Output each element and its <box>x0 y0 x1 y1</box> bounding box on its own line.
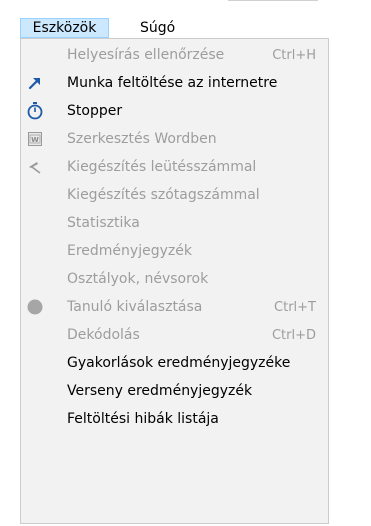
eszkozok-dropdown-menu: Helyesírás ellenőrzése Ctrl+H Munka felt… <box>20 38 329 524</box>
menu-bar: Eszközök Súgó <box>0 0 371 38</box>
menu-item-label: Feltöltési hibák listája <box>67 411 219 427</box>
menu-item-szerkesztes-wordben[interactable]: W Szerkesztés Wordben <box>21 125 328 153</box>
menu-item-feltoltesi-hibak-listaja[interactable]: Feltöltési hibák listája <box>21 405 328 433</box>
menu-item-label: Dekódolás <box>67 327 140 343</box>
menu-item-gyakorlasok-eredmenyjegyzeke[interactable]: Gyakorlások eredményjegyzéke <box>21 349 328 377</box>
menu-item-label: Kiegészítés leütésszámmal <box>67 159 257 175</box>
menu-item-kiegeszites-szotagszammal[interactable]: Kiegészítés szótagszámmal <box>21 181 328 209</box>
svg-text:W: W <box>31 136 39 144</box>
upload-arrow-icon <box>27 75 43 91</box>
menu-item-label: Munka feltöltése az internetre <box>67 75 278 91</box>
menu-item-label: Stopper <box>67 103 123 119</box>
menu-item-tanulo-kivalasztasa[interactable]: Tanuló kiválasztása Ctrl+T <box>21 293 328 321</box>
gray-circle-icon <box>27 299 43 315</box>
window-edge-line <box>228 0 318 1</box>
menu-item-shortcut: Ctrl+T <box>274 299 316 315</box>
menu-item-munka-feltoltese[interactable]: Munka feltöltése az internetre <box>21 69 328 97</box>
menu-eszkozok[interactable]: Eszközök <box>20 18 109 38</box>
menu-item-label: Kiegészítés szótagszámmal <box>67 187 260 203</box>
menu-item-label: Helyesírás ellenőrzése <box>67 47 225 63</box>
menu-item-label: Osztályok, névsorok <box>67 271 209 287</box>
menu-item-dekodolas[interactable]: Dekódolás Ctrl+D <box>21 321 328 349</box>
menu-item-eredmenyjegyzek[interactable]: Eredményjegyzék <box>21 237 328 265</box>
menu-item-label: Statisztika <box>67 215 140 231</box>
word-document-icon: W <box>27 131 43 147</box>
menu-item-helyesiras[interactable]: Helyesírás ellenőrzése Ctrl+H <box>21 41 328 69</box>
menu-item-label: Verseny eredményjegyzék <box>67 383 253 399</box>
hammer-icon <box>27 159 43 175</box>
menu-item-shortcut: Ctrl+H <box>272 47 316 63</box>
stopwatch-icon <box>27 102 43 120</box>
menu-item-label: Tanuló kiválasztása <box>67 299 203 315</box>
menu-item-verseny-eredmenyjegyzek[interactable]: Verseny eredményjegyzék <box>21 377 328 405</box>
menu-item-shortcut: Ctrl+D <box>271 327 316 343</box>
menu-item-label: Gyakorlások eredményjegyzéke <box>67 355 291 371</box>
menu-item-label: Eredményjegyzék <box>67 243 192 259</box>
menu-item-stopper[interactable]: Stopper <box>21 97 328 125</box>
menu-item-label: Szerkesztés Wordben <box>67 131 217 147</box>
menu-item-kiegeszites-leutesszammal[interactable]: Kiegészítés leütésszámmal <box>21 153 328 181</box>
menu-sugo[interactable]: Súgó <box>132 18 192 38</box>
menu-item-statisztika[interactable]: Statisztika <box>21 209 328 237</box>
menu-item-osztalyok-nevsorok[interactable]: Osztályok, névsorok <box>21 265 328 293</box>
